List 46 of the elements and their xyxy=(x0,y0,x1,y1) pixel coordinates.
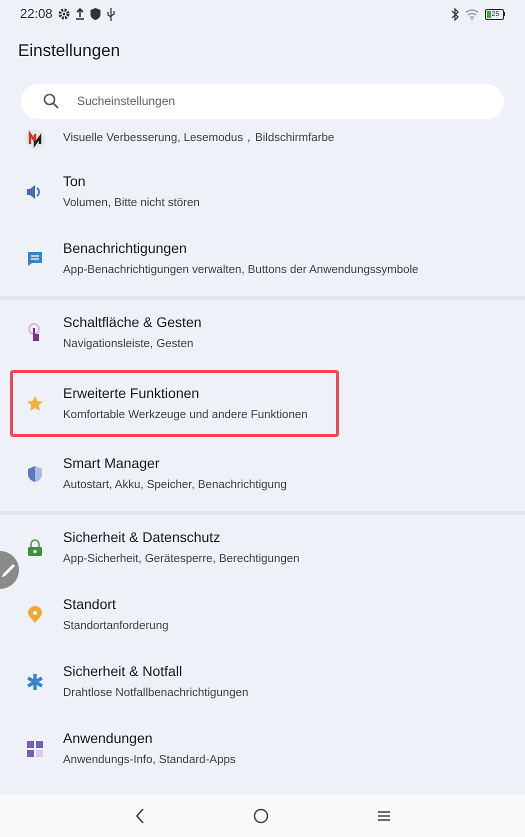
item-subtitle: Anwendungs-Info, Standard-Apps xyxy=(63,753,236,768)
wifi-icon xyxy=(464,8,478,20)
item-title: Sicherheit & Notfall xyxy=(63,662,184,682)
item-subtitle: Komfortable Werkzeuge und andere Funktionen xyxy=(63,408,308,423)
settings-item[interactable]: Anwendungen Anwendungs-Info, Standard-Apps xyxy=(20,716,515,782)
settings-item[interactable]: Erweiterte Funktionen Komfortable Werkzeuge und andere Funktionen xyxy=(10,370,339,437)
item-subtitle: Navigationsleiste, Gesten xyxy=(63,337,194,352)
item-subtitle: Standortanforderung xyxy=(63,619,168,634)
settings-item[interactable]: Ton Volumen, Bitte nicht stören xyxy=(20,158,515,226)
item-title: Anwendungen xyxy=(63,729,154,748)
logo-icon xyxy=(24,128,46,150)
settings-item[interactable]: Visuelle Verbesserung, Lesemodus，Bildschirmfarbe xyxy=(20,118,515,158)
search-icon xyxy=(43,93,59,109)
item-subtitle: App-Benachrichtigungen verwalten, Buttons der Anwendungssymbole xyxy=(63,263,418,278)
item-title: Benachrichtigungen xyxy=(63,239,188,258)
settings-item[interactable]: Schaltfläche & Gesten Navigationsleiste, Gesten xyxy=(20,300,515,366)
pencil-icon xyxy=(1,563,15,577)
item-title: Schaltfläche & Gesten xyxy=(63,313,202,332)
menu-button[interactable] xyxy=(376,809,392,823)
upload-icon xyxy=(74,8,85,20)
item-subtitle: App-Sicherheit, Gerätesperre, Berechtigungen xyxy=(63,552,300,568)
settings-item[interactable]: Smart Manager Autostart, Akku, Speicher, Benachrichtigung xyxy=(20,440,515,508)
home-button[interactable] xyxy=(252,808,268,824)
settings-item[interactable]: Standort Standortanforderung xyxy=(20,582,515,648)
item-subtitle: Volumen, Bitte nicht stören xyxy=(63,196,200,212)
item-title: Erweiterte Funktionen xyxy=(63,384,200,403)
settings-item[interactable]: Sicherheit & Notfall Drahtlose Notfallbenachrichtigungen xyxy=(20,648,515,716)
item-subtitle: Autostart, Akku, Speicher, Benachrichtigung xyxy=(63,478,287,494)
grid-icon xyxy=(24,740,46,758)
item-title: Ton xyxy=(63,172,87,192)
item-title: Standort xyxy=(63,595,117,614)
bluetooth-icon xyxy=(450,8,458,20)
search-bar[interactable]: Sucheinstellungen xyxy=(21,84,504,118)
usb-icon xyxy=(106,8,116,20)
back-button[interactable] xyxy=(134,808,146,824)
item-title: Smart Manager xyxy=(63,454,160,474)
search-field[interactable]: Sucheinstellungen xyxy=(77,92,482,110)
item-subtitle: Visuelle Verbesserung, Lesemodus，Bildschirmfarbe xyxy=(63,130,334,146)
item-title: Sicherheit & Datenschutz xyxy=(63,528,222,548)
page-title: Einstellungen xyxy=(18,40,120,62)
settings-item[interactable]: Sicherheit & Datenschutz App-Sicherheit, Gerätesperre, Berechtigungen xyxy=(20,514,515,582)
status-time: 22:08 xyxy=(20,5,53,24)
shield-icon xyxy=(90,8,101,20)
item-subtitle: Drahtlose Notfallbenachrichtigungen xyxy=(63,686,248,702)
settings-icon xyxy=(58,8,70,20)
settings-item[interactable]: Benachrichtigungen App-Benachrichtigungen verwalten, Buttons der Anwendungssymbole xyxy=(20,226,515,292)
